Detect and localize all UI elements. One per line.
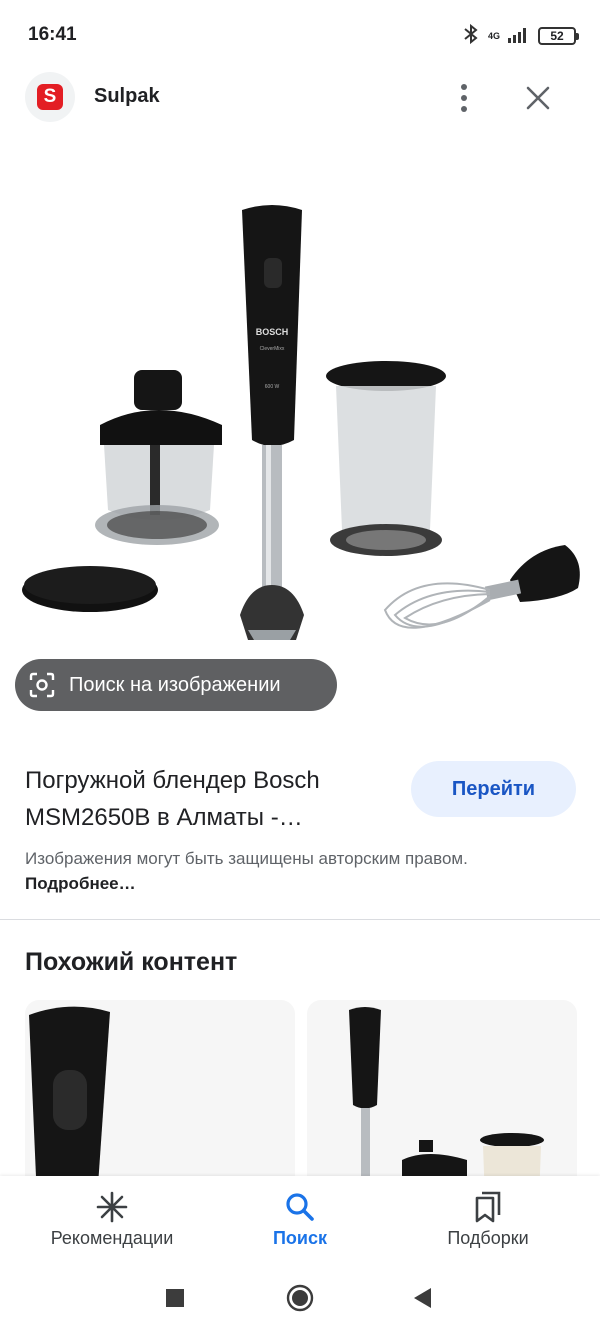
back-triangle-icon: [414, 1288, 431, 1308]
divider: [0, 919, 600, 920]
home-circle-icon: [286, 1284, 314, 1312]
similar-thumbnail: [29, 1006, 110, 1200]
collections-icon: [473, 1190, 503, 1224]
more-options-button[interactable]: [448, 78, 480, 118]
status-icons: 4G 52: [462, 22, 579, 50]
lid-disc: [22, 566, 158, 612]
status-time: 16:41: [28, 24, 77, 45]
nav-recommendations-label: Рекомендации: [50, 1228, 174, 1248]
product-model-text: CleverMixx: [260, 346, 285, 352]
bottom-navigation: Рекомендации Поиск Подборки: [0, 1176, 600, 1262]
site-name: Sulpak: [94, 85, 160, 107]
product-power-text: 600 W: [265, 384, 280, 390]
sulpak-logo-icon: S: [37, 84, 63, 110]
square-icon: [166, 1289, 184, 1307]
chopper-bowl: [95, 370, 222, 545]
status-bar: 16:41 4G 52: [0, 0, 600, 70]
product-brand-text: BOSCH: [256, 327, 289, 337]
recents-button[interactable]: [155, 1280, 195, 1316]
copyright-note: Изображения могут быть защищены авторски…: [25, 846, 525, 896]
battery-level: 52: [550, 29, 564, 43]
signal-icon: [508, 25, 530, 48]
copyright-text: Изображения могут быть защищены авторски…: [25, 849, 468, 868]
nav-search-label: Поиск: [272, 1228, 328, 1248]
bluetooth-icon: [462, 23, 480, 50]
product-image[interactable]: BOSCH CleverMixx 600 W: [0, 190, 600, 660]
back-button[interactable]: [403, 1280, 443, 1316]
measuring-jug: [326, 361, 446, 556]
network-label: 4G: [487, 30, 500, 41]
goto-button[interactable]: Перейти: [411, 761, 576, 817]
network-type: 4G: [487, 30, 500, 41]
lens-icon: [29, 672, 55, 698]
search-in-image-button[interactable]: Поиск на изображении: [15, 659, 337, 711]
nav-recommendations[interactable]: Рекомендации: [12, 1176, 212, 1262]
similar-card[interactable]: [25, 1000, 295, 1200]
close-icon: [526, 86, 550, 110]
blender-body: BOSCH CleverMixx 600 W: [240, 205, 304, 640]
nav-collections-label: Подборки: [447, 1228, 529, 1248]
battery-icon: 52: [538, 27, 579, 45]
similar-card[interactable]: [307, 1000, 577, 1200]
home-button[interactable]: [280, 1280, 320, 1316]
whisk: [383, 545, 580, 629]
search-in-image-label: Поиск на изображении: [69, 673, 281, 696]
more-vert-icon: [461, 84, 467, 112]
similar-content-title: Похожий контент: [25, 948, 238, 976]
close-button[interactable]: [518, 78, 558, 118]
result-title[interactable]: Погружной блендер Bosch MSM2650B в Алмат…: [25, 762, 395, 836]
site-logo[interactable]: S: [25, 72, 75, 122]
app-bar: S Sulpak: [0, 70, 600, 126]
search-icon: [285, 1190, 315, 1224]
nav-collections[interactable]: Подборки: [388, 1176, 588, 1262]
nav-search[interactable]: Поиск: [200, 1176, 400, 1262]
similar-thumbnail: [349, 1007, 544, 1200]
more-info-link[interactable]: Подробнее…: [25, 874, 136, 893]
system-navigation: [0, 1262, 600, 1332]
asterisk-icon: [96, 1190, 128, 1224]
